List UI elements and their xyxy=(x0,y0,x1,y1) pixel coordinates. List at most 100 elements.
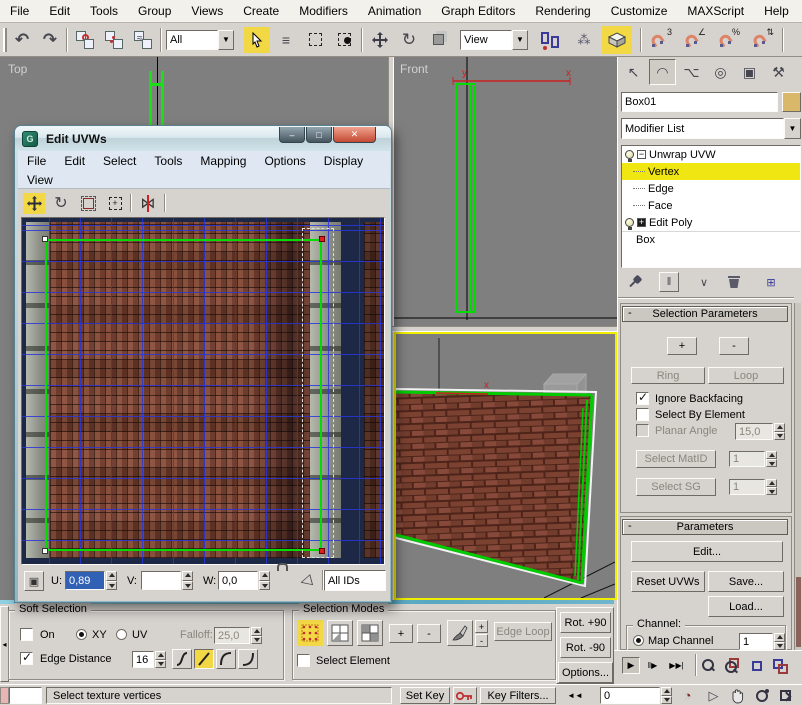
object-color-swatch[interactable] xyxy=(782,92,801,112)
vertex-mode-button[interactable] xyxy=(297,620,323,646)
redo-button[interactable]: ↷ xyxy=(38,28,62,52)
key-mode-toggle[interactable]: ◄◄ xyxy=(562,687,588,704)
named-selection-set-dropdown[interactable]: All xyxy=(166,30,218,50)
falloff-linear-curve-button[interactable] xyxy=(194,649,214,669)
uv-vertex-handle[interactable] xyxy=(42,548,48,554)
shrink-uv-selection-button[interactable]: - xyxy=(417,624,441,643)
planar-angle-checkbox[interactable] xyxy=(636,424,649,437)
play-button[interactable]: ▶ xyxy=(622,657,640,674)
uv-mirror-button[interactable]: ⋈ xyxy=(136,193,160,214)
uv-canvas[interactable] xyxy=(21,217,385,565)
matid-field[interactable]: 1 xyxy=(729,451,765,467)
tab-motion[interactable]: ◎ xyxy=(707,59,734,85)
falloff-fast-curve-button[interactable] xyxy=(216,649,236,669)
remove-modifier-button[interactable] xyxy=(724,272,744,292)
configure-modifier-sets-button[interactable]: ⊞ xyxy=(761,272,781,292)
select-by-element-checkbox[interactable] xyxy=(636,408,649,421)
pin-stack-button[interactable] xyxy=(625,272,645,292)
soft-selection-on-checkbox[interactable] xyxy=(20,628,33,641)
maximize-button[interactable]: □ xyxy=(306,127,332,143)
stack-item-box[interactable]: Box xyxy=(622,231,800,248)
bulb-icon[interactable] xyxy=(625,218,634,227)
filter-selected-faces-toggle[interactable]: ◁ xyxy=(296,570,316,590)
w-spinner[interactable] xyxy=(259,571,270,590)
select-and-link-button[interactable] xyxy=(72,27,98,53)
tab-display[interactable]: ▣ xyxy=(736,59,763,85)
spinner-snap-toggle[interactable]: ⇅ xyxy=(748,27,776,53)
parameters-header[interactable]: - Parameters xyxy=(622,519,788,535)
front-viewport[interactable]: Front y x xyxy=(394,57,617,326)
map-channel-field[interactable]: 1 xyxy=(739,633,773,650)
menu-help[interactable]: Help xyxy=(754,4,799,18)
select-and-scale-button[interactable] xyxy=(425,27,451,53)
uvw-menu-file[interactable]: File xyxy=(18,154,55,168)
maximize-viewport-toggle[interactable] xyxy=(775,686,796,705)
perspective-viewport[interactable]: x xyxy=(394,332,617,600)
edge-distance-spinner[interactable] xyxy=(155,651,166,668)
menu-views[interactable]: Views xyxy=(181,4,233,18)
rectangular-selection-region-button[interactable] xyxy=(302,27,328,53)
paint-select-button[interactable] xyxy=(447,620,473,646)
time-spinner[interactable] xyxy=(661,687,672,704)
rotate-plus-90-button[interactable]: Rot. +90 xyxy=(560,612,611,633)
uvw-menu-view[interactable]: View xyxy=(18,173,62,187)
close-button[interactable]: ✕ xyxy=(333,127,376,143)
panel-scrollbar[interactable] xyxy=(794,303,801,650)
set-key-toggle[interactable] xyxy=(453,687,477,704)
menu-group[interactable]: Group xyxy=(128,4,181,18)
uv-vertex-handle[interactable] xyxy=(42,236,48,242)
falloff-slow-curve-button[interactable] xyxy=(238,649,258,669)
uvw-menu-mapping[interactable]: Mapping xyxy=(191,154,255,168)
w-value-field[interactable]: 0,0 xyxy=(218,571,258,590)
matid-spinner[interactable] xyxy=(766,451,777,467)
brush-shrink-button[interactable]: - xyxy=(475,634,488,647)
zoom-button[interactable] xyxy=(698,655,719,676)
uvw-menu-edit[interactable]: Edit xyxy=(55,154,94,168)
sg-spinner[interactable] xyxy=(766,479,777,495)
options-button[interactable]: Options... xyxy=(558,662,613,683)
uvw-menu-tools[interactable]: Tools xyxy=(145,154,191,168)
uv-move-button[interactable] xyxy=(23,193,45,214)
menu-animation[interactable]: Animation xyxy=(358,4,431,18)
edge-distance-field[interactable]: 16 xyxy=(132,651,154,668)
u-spinner[interactable] xyxy=(106,571,117,590)
current-time-field[interactable]: 0 xyxy=(600,687,660,704)
grow-selection-button[interactable]: + xyxy=(667,337,697,355)
save-uvws-button[interactable]: Save... xyxy=(708,571,784,592)
rotate-minus-90-button[interactable]: Rot. -90 xyxy=(560,637,611,658)
selection-set-dropdown-arrow[interactable]: ▼ xyxy=(218,30,234,50)
bulb-icon[interactable] xyxy=(625,150,634,159)
menu-maxscript[interactable]: MAXScript xyxy=(677,4,754,18)
select-sg-button[interactable]: Select SG xyxy=(636,478,716,496)
menu-graph-editors[interactable]: Graph Editors xyxy=(431,4,525,18)
menu-edit[interactable]: Edit xyxy=(39,4,80,18)
falloff-field[interactable]: 25,0 xyxy=(214,627,250,644)
minimize-button[interactable]: – xyxy=(279,127,305,143)
uv-freeform-button[interactable]: + xyxy=(104,193,126,214)
select-object-button[interactable] xyxy=(244,27,270,53)
edit-uvws-button[interactable]: Edit... xyxy=(631,541,783,562)
bind-to-spacewarp-button[interactable]: ≈ xyxy=(130,27,156,53)
reference-coordinate-dropdown[interactable]: View xyxy=(460,30,512,50)
select-and-rotate-button[interactable]: ↻ xyxy=(396,27,422,53)
edge-loop-button[interactable]: Edge Loop xyxy=(494,622,552,641)
sg-field[interactable]: 1 xyxy=(729,479,765,495)
uv-scale-button[interactable] xyxy=(77,193,99,214)
pan-view-button[interactable] xyxy=(727,686,748,705)
matid-filter-dropdown[interactable]: All IDs xyxy=(324,570,386,591)
menu-modifiers[interactable]: Modifiers xyxy=(289,4,358,18)
uv-rotate-button[interactable]: ↻ xyxy=(50,193,72,214)
map-channel-spinner[interactable] xyxy=(774,633,785,650)
stack-item-unwrap-uvw[interactable]: − Unwrap UVW xyxy=(622,146,800,163)
grow-uv-selection-button[interactable]: + xyxy=(389,624,413,643)
uvw-menu-select[interactable]: Select xyxy=(94,154,145,168)
unlink-selection-button[interactable] xyxy=(101,27,127,53)
set-key-button[interactable]: Set Key xyxy=(400,687,450,704)
menu-file[interactable]: File xyxy=(0,4,39,18)
select-and-move-button[interactable] xyxy=(367,27,393,53)
expand-icon[interactable]: + xyxy=(637,218,646,227)
selection-parameters-header[interactable]: - Selection Parameters xyxy=(622,306,788,322)
field-of-view-button[interactable]: ▷ xyxy=(703,686,724,705)
tab-hierarchy[interactable]: ⌥ xyxy=(678,59,705,85)
planar-angle-field[interactable]: 15,0 xyxy=(735,423,773,440)
